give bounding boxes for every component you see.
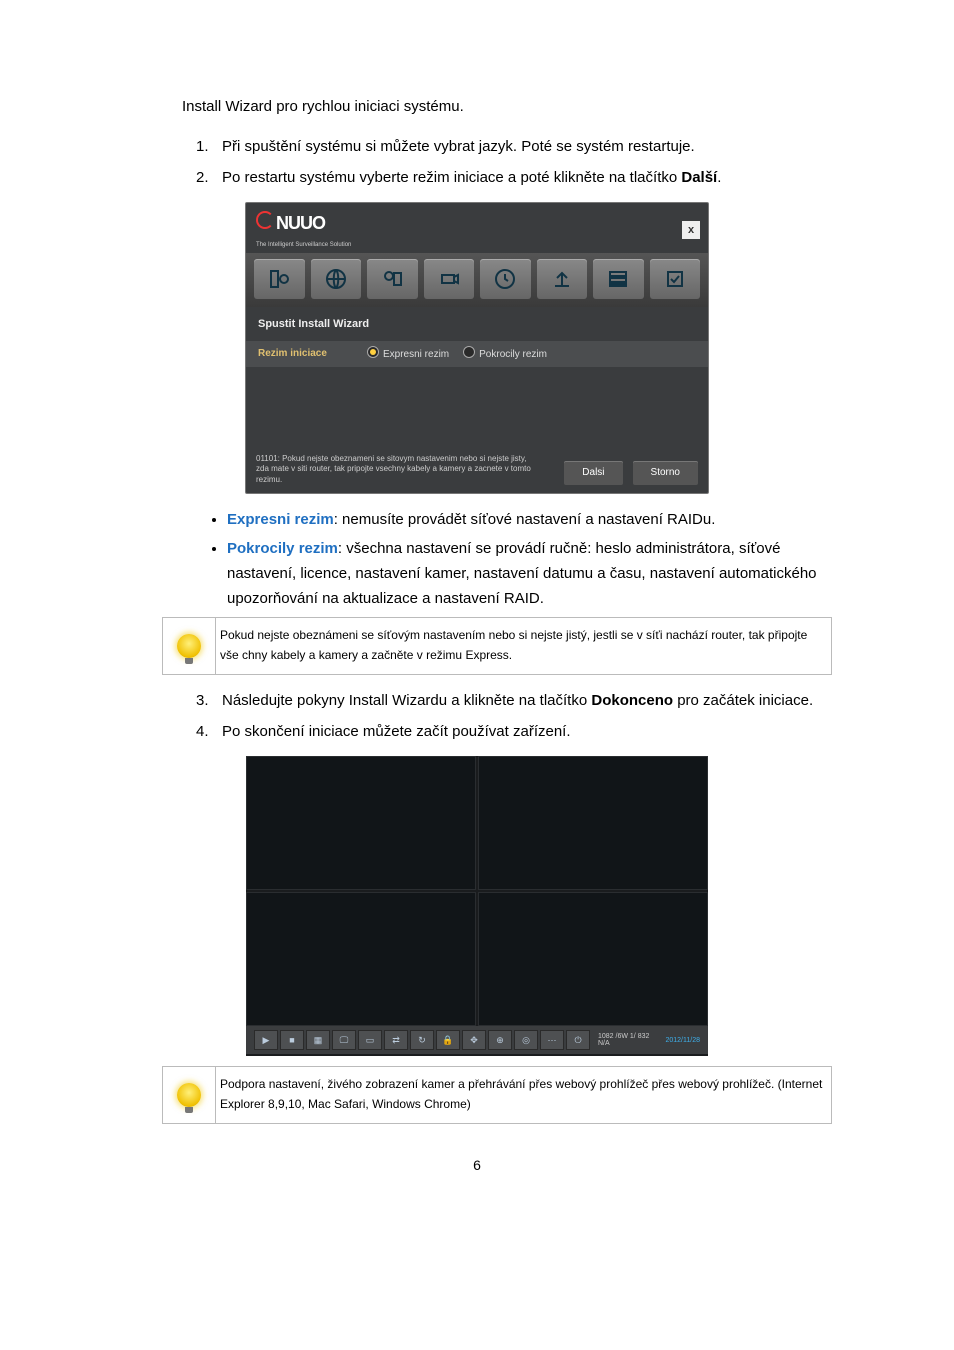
wizard-titlebar: NUUO The Intelligent Surveillance Soluti… <box>246 203 708 253</box>
step-text: Při spuštění systému si můžete vybrat ja… <box>222 138 695 155</box>
nuuo-logo: NUUO <box>256 209 351 239</box>
step-3: 3.Následujte pokyny Install Wizardu a kl… <box>222 689 832 714</box>
tip-icon-cell <box>163 1067 215 1123</box>
toolbar-zoom-icon[interactable]: ⊕ <box>488 1030 512 1050</box>
step-4: 4.Po skončení iniciace můžete začít použ… <box>222 720 832 745</box>
globe-icon <box>324 267 348 291</box>
clock-icon <box>493 267 517 291</box>
live-view-screenshot: ▶ ■ ▦ 🖵 ▭ ⇄ ↻ 🔒 ✥ ⊕ ◎ ⋯ ⏻ 1082 /6W 1/ 83… <box>246 756 708 1056</box>
wizard-button-row: Dalsi Storno <box>564 461 698 486</box>
wizard-tab-network[interactable] <box>311 259 362 299</box>
upgrade-icon <box>550 267 574 291</box>
button-ref: Další <box>681 169 717 186</box>
install-wizard-screenshot: NUUO The Intelligent Surveillance Soluti… <box>245 202 709 494</box>
camera-icon <box>437 267 461 291</box>
lightbulb-icon <box>177 634 201 658</box>
tip-text: Podpora nastavení, živého zobrazení kame… <box>215 1067 831 1123</box>
toolbar-stream-icon[interactable]: ⇄ <box>384 1030 408 1050</box>
wizard-tab-raid[interactable] <box>593 259 644 299</box>
license-icon <box>380 267 404 291</box>
radio-advanced[interactable]: Pokrocily rezim <box>463 345 547 364</box>
toolbar-lock-icon[interactable]: 🔒 <box>436 1030 460 1050</box>
logo-swirl-icon <box>256 211 274 229</box>
modes-list: Expresni rezim: nemusíte provádět síťové… <box>102 508 852 611</box>
finish-icon <box>663 267 687 291</box>
mode-express-item: Expresni rezim: nemusíte provádět síťové… <box>227 508 852 533</box>
step-number: 1. <box>196 135 222 160</box>
toolbar-play-icon[interactable]: ▶ <box>254 1030 278 1050</box>
disks-icon <box>606 267 630 291</box>
tip-text: Pokud nejste obeznámeni se síťovým nasta… <box>215 618 831 674</box>
wizard-tab-upgrade[interactable] <box>537 259 588 299</box>
toolbar-move-icon[interactable]: ✥ <box>462 1030 486 1050</box>
steps-list: 1.Při spuštění systému si můžete vybrat … <box>102 135 852 191</box>
camera-tile[interactable] <box>246 892 476 1026</box>
step-text: Po skončení iniciace můžete začít použív… <box>222 723 571 740</box>
radio-off-icon <box>463 346 475 358</box>
setup-icon <box>267 267 291 291</box>
close-icon: x <box>688 221 694 239</box>
close-button[interactable]: x <box>682 221 700 239</box>
radio-on-icon <box>367 346 379 358</box>
wizard-help-text: 01101: Pokud nejste obeznameni se sitovy… <box>256 454 536 485</box>
radio-express[interactable]: Expresni rezim <box>367 345 449 364</box>
mode-name: Expresni rezim <box>227 511 334 528</box>
toolbar-monitor-icon[interactable]: 🖵 <box>332 1030 356 1050</box>
tip-icon-cell <box>163 618 215 674</box>
live-toolbar: ▶ ■ ▦ 🖵 ▭ ⇄ ↻ 🔒 ✥ ⊕ ◎ ⋯ ⏻ 1082 /6W 1/ 83… <box>246 1026 708 1054</box>
lightbulb-icon <box>177 1083 201 1107</box>
wizard-tab-license[interactable] <box>367 259 418 299</box>
toolbar-seq-icon[interactable]: ↻ <box>410 1030 434 1050</box>
wizard-tab-finish[interactable] <box>650 259 701 299</box>
wizard-tab-setup[interactable] <box>254 259 305 299</box>
camera-tile[interactable] <box>478 756 708 890</box>
wizard-tab-time[interactable] <box>480 259 531 299</box>
mode-advanced-item: Pokrocily rezim: všechna nastavení se pr… <box>227 537 852 611</box>
mode-selector-row: Rezim iniciace Expresni rezim Pokrocily … <box>246 341 708 368</box>
wizard-footer: 01101: Pokud nejste obeznameni se sitovy… <box>246 448 708 493</box>
brand-text: NUUO <box>276 209 325 239</box>
step-number: 3. <box>196 689 222 714</box>
toolbar-more-icon[interactable]: ⋯ <box>540 1030 564 1050</box>
step-text: Následujte pokyny Install Wizardu a klik… <box>222 692 591 709</box>
wizard-tab-camera[interactable] <box>424 259 475 299</box>
toolbar-layout-icon[interactable]: ▭ <box>358 1030 382 1050</box>
cancel-button[interactable]: Storno <box>633 461 698 486</box>
document-page: Install Wizard pro rychlou iniciaci syst… <box>102 0 852 1217</box>
tip-box-1: Pokud nejste obeznámeni se síťovým nasta… <box>162 617 832 675</box>
brand-tagline: The Intelligent Surveillance Solution <box>256 241 351 251</box>
wizard-step-tabs <box>246 253 708 307</box>
wizard-subtitle: Spustit Install Wizard <box>246 307 708 341</box>
toolbar-target-icon[interactable]: ◎ <box>514 1030 538 1050</box>
mode-desc: : nemusíte provádět síťové nastavení a n… <box>334 511 716 528</box>
camera-grid <box>246 756 708 1026</box>
brand-area: NUUO The Intelligent Surveillance Soluti… <box>256 209 351 251</box>
info-bottom: N/A <box>598 1040 649 1048</box>
step-number: 2. <box>196 166 222 191</box>
camera-tile[interactable] <box>478 892 708 1026</box>
toolbar-rec-icon[interactable]: ■ <box>280 1030 304 1050</box>
button-ref: Dokonceno <box>591 692 673 709</box>
steps-list-cont: 3.Následujte pokyny Install Wizardu a kl… <box>102 689 852 745</box>
toolbar-power-icon[interactable]: ⏻ <box>566 1030 590 1050</box>
step-2: 2.Po restartu systému vyberte režim inic… <box>222 166 832 191</box>
camera-tile[interactable] <box>246 756 476 890</box>
step-1: 1.Při spuštění systému si můžete vybrat … <box>222 135 832 160</box>
info-top: 1082 /6W 1/ 832 <box>598 1033 649 1041</box>
mode-label: Rezim iniciace <box>258 346 353 363</box>
toolbar-grid-icon[interactable]: ▦ <box>306 1030 330 1050</box>
next-button[interactable]: Dalsi <box>564 461 622 486</box>
intro-text: Install Wizard pro rychlou iniciaci syst… <box>182 95 832 120</box>
toolbar-date: 2012/11/28 <box>665 1035 700 1047</box>
tip-box-2: Podpora nastavení, živého zobrazení kame… <box>162 1066 832 1124</box>
page-number: 6 <box>102 1154 852 1177</box>
mode-name: Pokrocily rezim <box>227 540 338 557</box>
toolbar-info: 1082 /6W 1/ 832 N/A <box>598 1033 649 1048</box>
step-text: Po restartu systému vyberte režim inicia… <box>222 169 681 186</box>
step-number: 4. <box>196 720 222 745</box>
